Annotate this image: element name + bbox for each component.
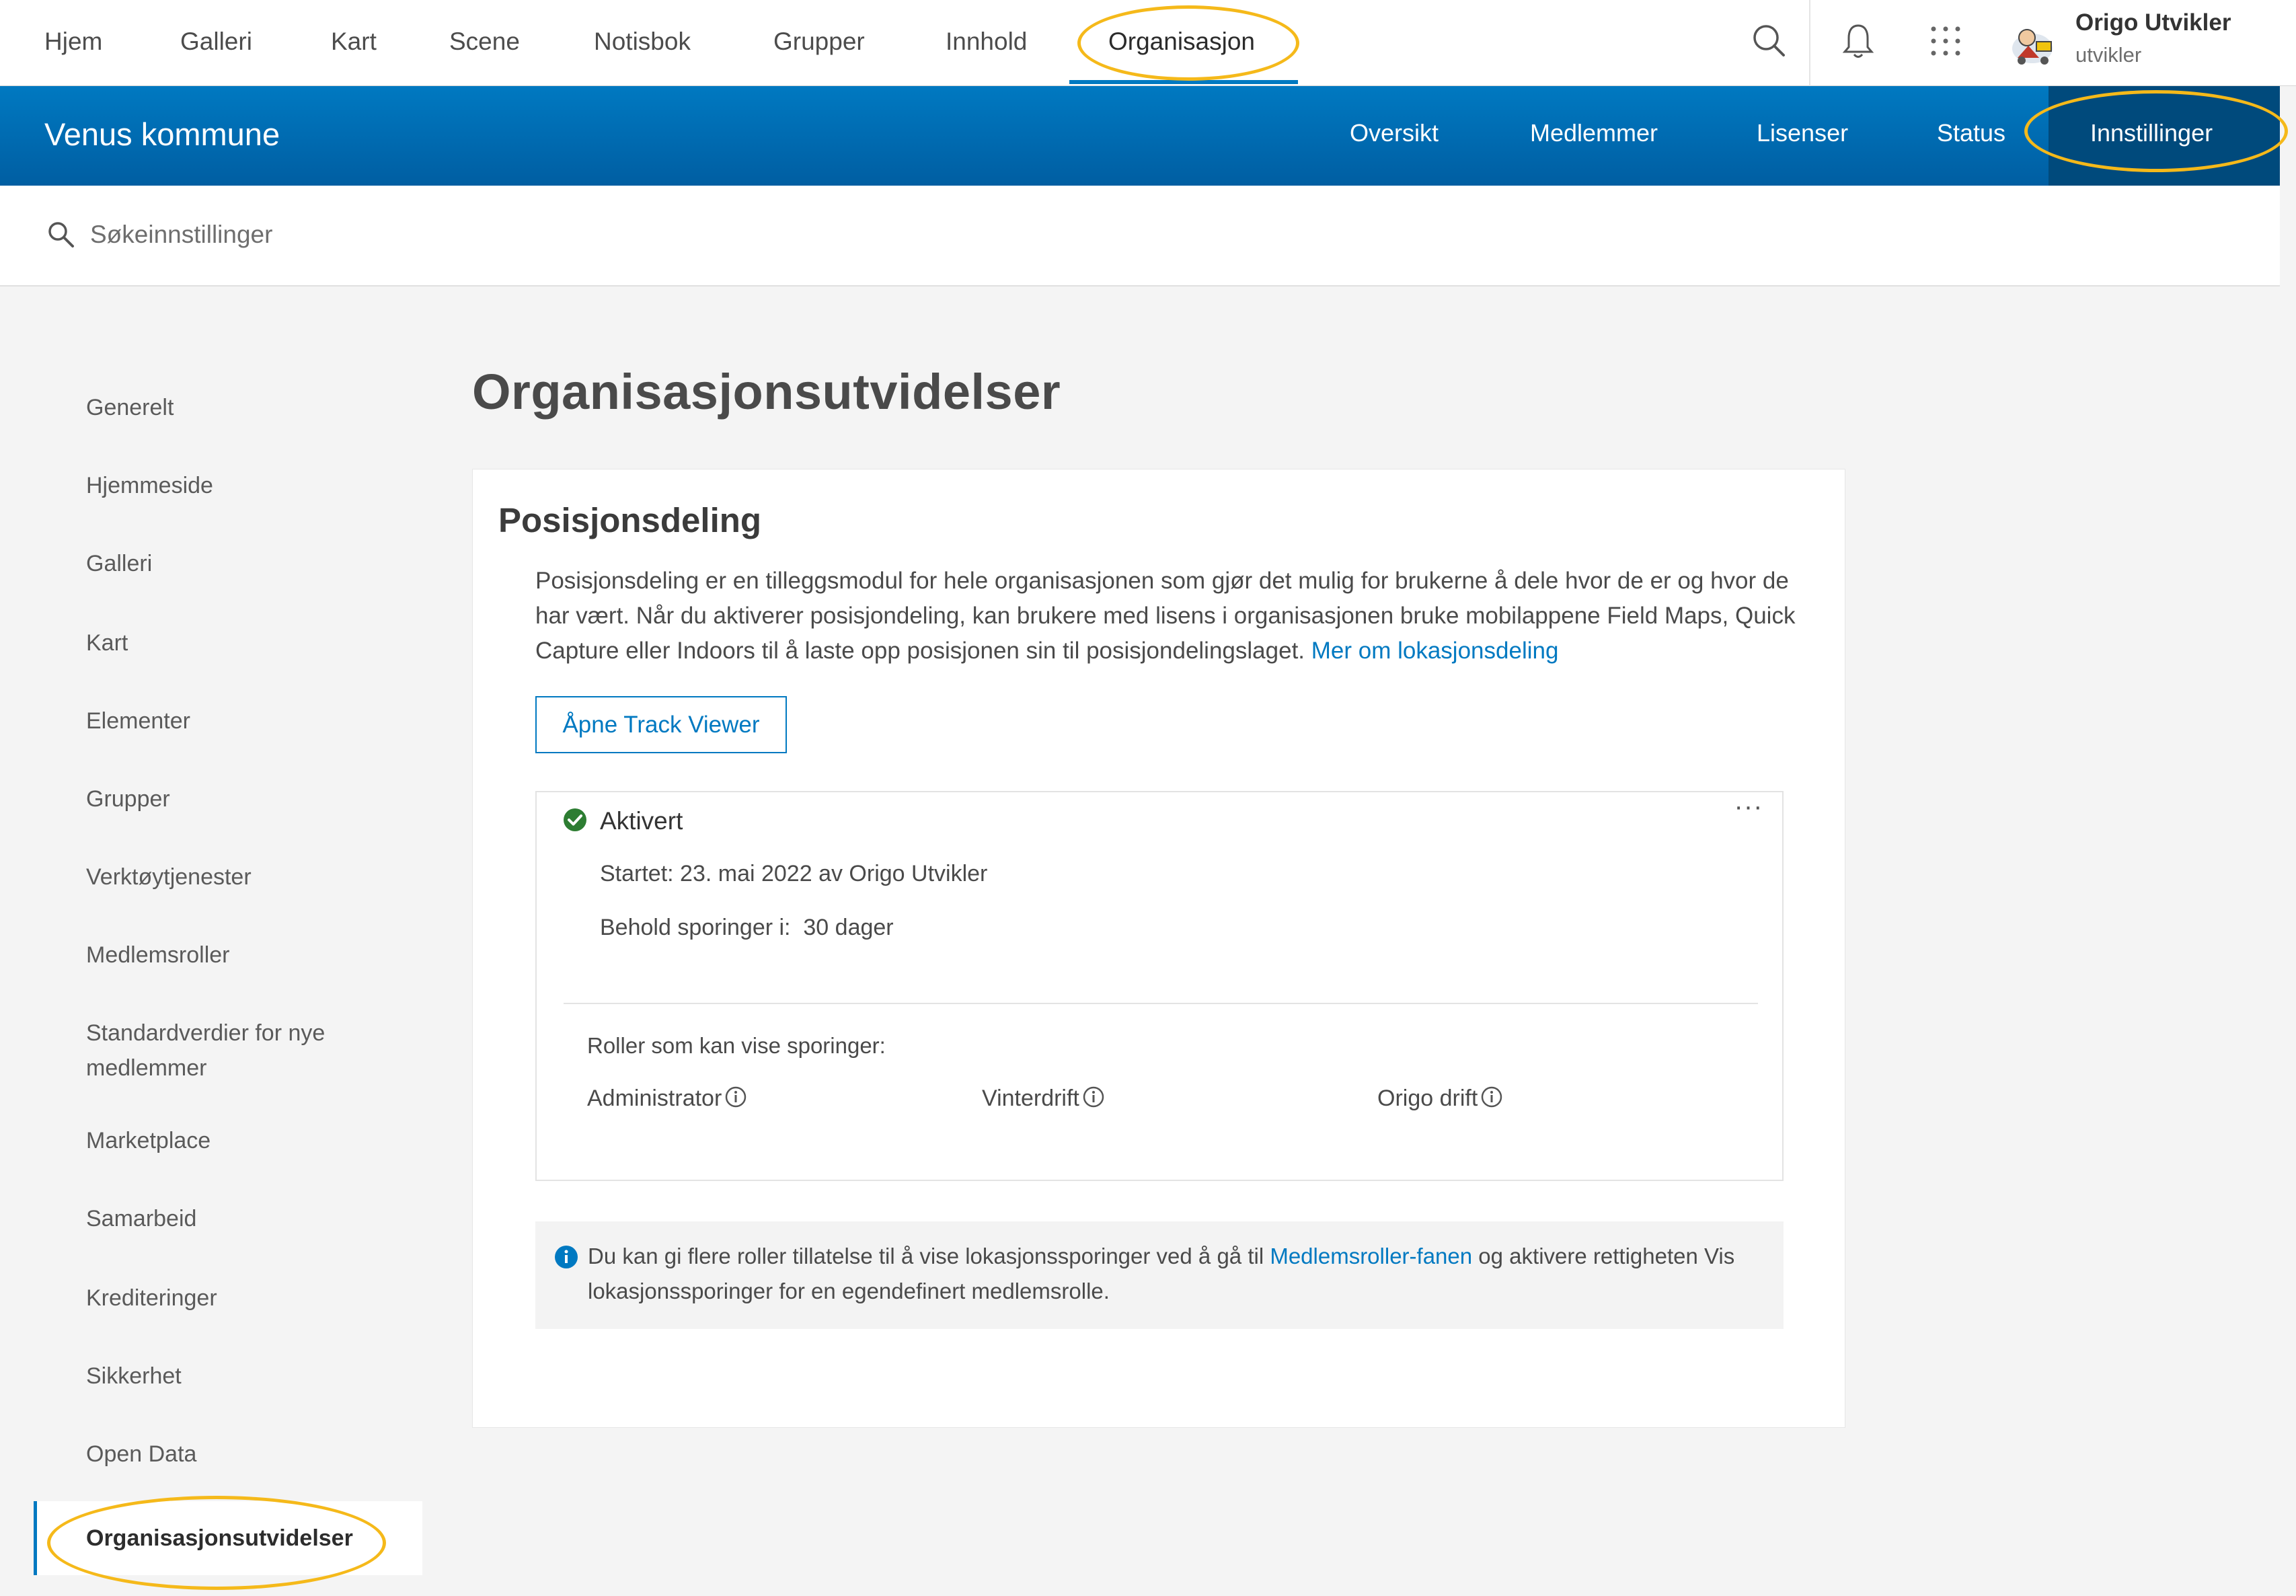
page-title: Organisasjonsutvidelser (472, 364, 1061, 420)
info-text-before: Du kan gi flere roller tillatelse til å … (588, 1244, 1270, 1268)
info-circle-icon[interactable] (1480, 1086, 1503, 1108)
divider (564, 1003, 1758, 1004)
sidebar-item-generelt[interactable]: Generelt (34, 390, 424, 425)
description-text: Posisjonsdeling er en tilleggsmodul for … (535, 568, 1796, 664)
user-name[interactable]: Origo Utvikler (2075, 9, 2231, 36)
nav-item-galleri[interactable]: Galleri (180, 0, 252, 86)
tab-medlemmer[interactable]: Medlemmer (1530, 86, 1658, 186)
learn-more-link[interactable]: Mer om lokasjonsdeling (1311, 638, 1559, 664)
member-roles-link[interactable]: Medlemsroller-fanen (1270, 1244, 1472, 1268)
role-item: Vinterdrift (982, 1086, 1105, 1112)
bell-icon[interactable] (1835, 17, 1882, 65)
role-item: Origo drift (1377, 1086, 1503, 1112)
sidebar-item-krediteringer[interactable]: Krediteringer (34, 1281, 424, 1316)
more-options-icon[interactable]: ··· (1728, 793, 1769, 826)
sidebar-item-hjemmeside[interactable]: Hjemmeside (34, 468, 424, 503)
sidebar-item-verktoytjenester[interactable]: Verktøytjenester (34, 860, 424, 895)
sidebar-item-medlemsroller[interactable]: Medlemsroller (34, 938, 424, 973)
tab-status[interactable]: Status (1937, 86, 2005, 186)
info-circle-icon[interactable] (724, 1086, 747, 1108)
started-info: Startet: 23. mai 2022 av Origo Utvikler (600, 861, 988, 886)
nav-divider (1809, 0, 1810, 86)
nav-item-organisasjon[interactable]: Organisasjon (1108, 0, 1255, 86)
sidebar-item-grupper[interactable]: Grupper (34, 782, 424, 816)
sidebar-item-samarbeid[interactable]: Samarbeid (34, 1201, 424, 1236)
settings-search-input[interactable] (90, 213, 561, 257)
role-name: Administrator (587, 1086, 722, 1111)
avatar[interactable] (2007, 22, 2058, 67)
nav-item-grupper[interactable]: Grupper (773, 0, 865, 86)
role-item: Administrator (587, 1086, 747, 1112)
nav-item-notisbok[interactable]: Notisbok (594, 0, 691, 86)
info-text: Du kan gi flere roller tillatelse til å … (588, 1239, 1758, 1309)
info-icon (554, 1245, 578, 1269)
app-launcher-icon[interactable] (1922, 17, 1969, 65)
search-icon[interactable] (1746, 17, 1793, 65)
settings-search-bar (0, 186, 2280, 287)
tab-oversikt[interactable]: Oversikt (1350, 86, 1439, 186)
user-handle: utvikler (2075, 43, 2142, 67)
tab-innstillinger[interactable]: Innstillinger (2090, 86, 2213, 186)
location-sharing-panel: Posisjonsdeling Posisjonsdeling er en ti… (472, 469, 1845, 1428)
top-navigation: Hjem Galleri Kart Scene Notisbok Grupper… (0, 0, 2296, 86)
section-description: Posisjonsdeling er en tilleggsmodul for … (535, 564, 1806, 669)
check-circle-icon (562, 807, 588, 833)
sidebar-item-organisasjonsutvidelser[interactable]: Organisasjonsutvidelser (34, 1501, 422, 1575)
info-notice: Du kan gi flere roller tillatelse til å … (535, 1221, 1784, 1329)
info-circle-icon[interactable] (1082, 1086, 1105, 1108)
tab-lisenser[interactable]: Lisenser (1757, 86, 1848, 186)
roles-label: Roller som kan vise sporinger: (587, 1033, 886, 1058)
search-icon (46, 219, 75, 249)
status-label: Aktivert (600, 807, 683, 835)
status-card: Aktivert ··· Startet: 23. mai 2022 av Or… (535, 791, 1784, 1181)
nav-item-kart[interactable]: Kart (331, 0, 377, 86)
role-name: Vinterdrift (982, 1086, 1079, 1111)
organization-title: Venus kommune (44, 116, 280, 152)
sidebar-item-galleri[interactable]: Galleri (34, 546, 424, 581)
open-track-viewer-button[interactable]: Åpne Track Viewer (535, 696, 787, 753)
organization-bar: Venus kommune Oversikt Medlemmer Lisense… (0, 86, 2280, 186)
retention-info: Behold sporinger i: 30 dager (600, 915, 894, 940)
sidebar-item-kart[interactable]: Kart (34, 625, 424, 660)
nav-item-hjem[interactable]: Hjem (44, 0, 102, 86)
sidebar-item-elementer[interactable]: Elementer (34, 704, 424, 738)
nav-item-innhold[interactable]: Innhold (946, 0, 1027, 86)
role-name: Origo drift (1377, 1086, 1478, 1111)
sidebar-item-standardverdier[interactable]: Standardverdier for nye medlemmer (34, 1016, 383, 1086)
sidebar-item-open-data[interactable]: Open Data (34, 1437, 424, 1472)
active-nav-indicator (1069, 80, 1298, 84)
sidebar-item-marketplace[interactable]: Marketplace (34, 1123, 424, 1158)
section-title: Posisjonsdeling (498, 501, 762, 539)
sidebar-item-sikkerhet[interactable]: Sikkerhet (34, 1359, 424, 1394)
nav-item-scene[interactable]: Scene (449, 0, 520, 86)
